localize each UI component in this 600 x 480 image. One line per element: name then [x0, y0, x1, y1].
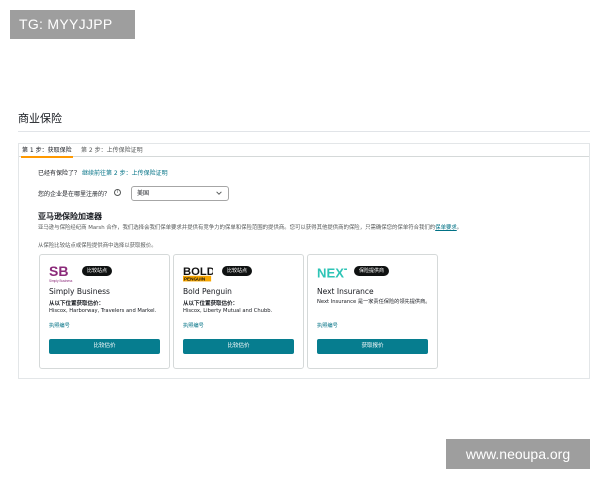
next-logo-letters: NEXT: [317, 266, 347, 281]
accelerator-heading: 亚马逊保险加速器: [38, 212, 102, 221]
comparison-site-badge: 比较站点: [82, 266, 113, 276]
accelerator-description: 亚马逊与保险经纪商 Marsh 合作，我们选择会我们保单要求并提供有竞争力的保单…: [38, 224, 583, 232]
country-label: 您的企业是在哪里注册的？: [38, 191, 111, 198]
simply-business-logo: SB Simply Business: [49, 263, 73, 283]
country-row: 您的企业是在哪里注册的？ i 美国: [38, 186, 338, 201]
country-selected-value: 美国: [137, 190, 150, 197]
provider-subtitle: 从以下位置获取估价：: [49, 301, 105, 307]
provider-name: Bold Penguin: [183, 287, 232, 296]
country-select[interactable]: 美国: [131, 186, 229, 201]
provider-name: Simply Business: [49, 287, 110, 296]
info-icon[interactable]: i: [114, 189, 121, 196]
tab-step-2[interactable]: 第 2 步：上传保险证明: [81, 146, 143, 156]
sb-logo-sub: Simply Business: [49, 279, 73, 283]
license-number-link[interactable]: 执照编号: [183, 322, 204, 329]
next-insurance-logo: NEXT: [317, 266, 347, 281]
already-insured-row: 已经有保险了？ 继续前往第 2 步：上传保险证明: [38, 168, 168, 177]
policy-requirements-link[interactable]: 保单要求: [435, 225, 457, 231]
watermark-bottom: www.neoupa.org: [446, 439, 590, 469]
select-provider-instruction: 从保险比较站点或保险提供商中选择以获取报价。: [38, 243, 157, 249]
provider-card-simply-business: SB Simply Business 比较站点 Simply Business …: [39, 254, 170, 369]
compare-quotes-button[interactable]: 比较估价: [49, 339, 160, 354]
insurance-provider-badge: 保险提供商: [354, 266, 390, 276]
compare-quotes-button[interactable]: 比较估价: [183, 339, 294, 354]
title-divider: [18, 131, 590, 132]
provider-card-bold-penguin: BOLD PENGUIN 比较站点 Bold Penguin 从以下位置获取估价…: [173, 254, 304, 369]
insurance-panel: 第 1 步：获取保险 第 2 步：上传保险证明 已经有保险了？ 继续前往第 2 …: [18, 143, 590, 379]
watermark-top: TG: MYYJJPP: [10, 10, 135, 39]
provider-card-next-insurance: NEXT 保险提供商 Next Insurance Next Insurance…: [307, 254, 438, 369]
sb-logo-letters: SB: [49, 263, 68, 279]
continue-step-2-link[interactable]: 继续前往第 2 步：上传保险证明: [82, 170, 168, 177]
bold-penguin-logo: BOLD PENGUIN: [183, 266, 213, 282]
provider-description: Next Insurance 是一家责任保险的领先提供商。: [317, 299, 431, 305]
accelerator-description-end: 。: [456, 225, 463, 231]
page-title: 商业保险: [18, 112, 62, 125]
license-number-link[interactable]: 执照编号: [317, 322, 338, 329]
provider-subtitle: 从以下位置获取估价：: [183, 301, 239, 307]
comparison-site-badge: 比较站点: [222, 266, 253, 276]
provider-description: Hiscox, Liberty Mutual and Chubb.: [183, 308, 273, 314]
provider-name: Next Insurance: [317, 287, 374, 296]
get-quote-button[interactable]: 获取报价: [317, 339, 428, 354]
license-number-link[interactable]: 执照编号: [49, 322, 70, 329]
tab-step-1[interactable]: 第 1 步：获取保险: [21, 146, 73, 158]
already-insured-question: 已经有保险了？: [38, 170, 81, 177]
accelerator-description-text: 亚马逊与保险经纪商 Marsh 合作，我们选择会我们保单要求并提供有竞争力的保单…: [38, 225, 436, 231]
chevron-down-icon: [216, 191, 222, 195]
provider-description: Hiscox, Harborway, Travelers and Markel.: [49, 308, 157, 314]
bold-penguin-logo-sub: PENGUIN: [184, 277, 206, 282]
step-tabs: 第 1 步：获取保险 第 2 步：上传保险证明: [19, 144, 589, 158]
